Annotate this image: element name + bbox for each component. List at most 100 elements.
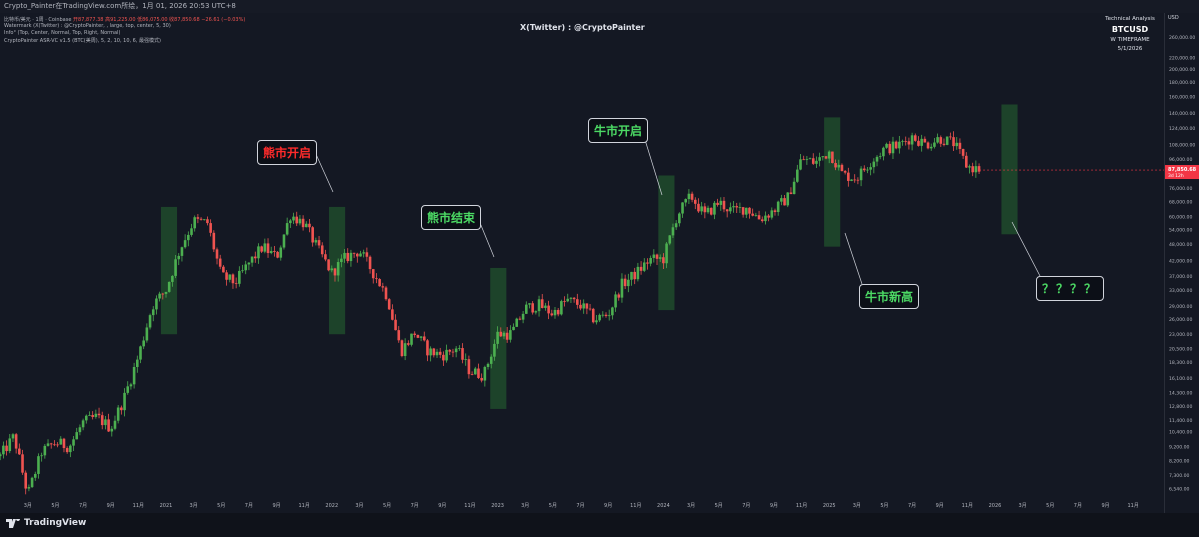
candle (611, 306, 614, 320)
candle (700, 201, 703, 215)
candle (767, 214, 770, 222)
candle-body (977, 166, 981, 172)
candle-body (257, 246, 260, 259)
candle (770, 207, 774, 220)
y-tick-label: 37,000.00 (1169, 274, 1192, 280)
candle (760, 216, 764, 223)
candle-body (729, 207, 732, 212)
x-tick-label: 5月 (715, 503, 723, 509)
candle (0, 452, 2, 461)
candle (346, 248, 350, 264)
candle (633, 267, 637, 285)
candle-body (792, 181, 796, 195)
candle (965, 152, 968, 169)
candle-body (875, 156, 879, 162)
candle-body (292, 216, 295, 221)
candle (97, 407, 101, 419)
candle-body (206, 219, 209, 224)
candle-body (458, 348, 461, 349)
candle (681, 202, 684, 218)
candle-body (343, 252, 346, 259)
candle (866, 167, 869, 174)
x-tick-label: 5月 (217, 503, 225, 509)
candle (729, 202, 732, 214)
x-tick-label: 11月 (133, 503, 144, 509)
candle (202, 219, 206, 221)
candle-body (120, 407, 123, 411)
candle-body (438, 351, 442, 355)
candle-body (282, 234, 286, 248)
y-tick-label: 18,300.00 (1169, 360, 1192, 366)
candle (458, 345, 461, 351)
candle-body (72, 439, 75, 446)
candle (623, 274, 627, 289)
candle-body (253, 256, 257, 259)
x-tick-label: 5月 (1046, 503, 1054, 509)
legend-line-4[interactable]: CryptoPainter ASR-VC v1.5 (BTC(美周), 5, 2… (4, 37, 161, 44)
candle (576, 293, 579, 309)
candle-body (30, 477, 34, 488)
chart-plot-area[interactable]: 3月 5月 7月 9月 11月 2021 3月 5月 7月 9月 11月 2022 3月 5月 7月 9月 11… (0, 13, 1164, 513)
y-tick-label: 20,500.00 (1169, 346, 1192, 352)
candle-body (435, 351, 439, 356)
candle (703, 203, 707, 219)
candle-body (378, 279, 381, 287)
candle-body (528, 303, 531, 305)
candle (228, 274, 232, 283)
legend-line-3[interactable]: Info° (Top, Center, Normal, Top, Right, … (4, 30, 120, 36)
candle-body (136, 359, 139, 367)
candle-body (604, 314, 608, 317)
candlestick-chart[interactable]: 3月 5月 7月 9月 11月 2021 3月 5月 7月 9月 11月 2022 3月 5月 7月 9月 11… (0, 13, 1164, 513)
candle-body (62, 438, 66, 449)
candle (94, 409, 98, 419)
candle-body (164, 291, 168, 294)
candle (544, 302, 547, 311)
tradingview-logo[interactable]: TradingView (6, 516, 86, 528)
candle-body (840, 164, 844, 172)
candle (88, 411, 91, 416)
candle-body (674, 223, 678, 228)
candle (206, 216, 209, 226)
candle-body (974, 166, 978, 173)
candle (320, 242, 324, 258)
candle (821, 156, 825, 161)
candle (397, 326, 401, 343)
candle (145, 323, 149, 343)
y-tick-label: 48,000.00 (1169, 242, 1192, 248)
candle (276, 250, 279, 259)
candle-body (802, 159, 805, 161)
candle (888, 141, 892, 156)
candle (113, 415, 117, 431)
candle-body (547, 305, 550, 314)
candle (378, 278, 381, 287)
x-tick-label: 11月 (796, 503, 807, 509)
candle (40, 452, 43, 462)
candle (569, 297, 573, 303)
candle (11, 433, 15, 443)
info-date: 5/1/2026 (1117, 46, 1143, 52)
candle (371, 268, 375, 284)
candle (84, 414, 88, 424)
price-scale[interactable]: 260,000.00 220,000.00 200,000.00 180,000.00… (1164, 13, 1199, 513)
candle (241, 264, 244, 273)
y-tick-label: 8,200.00 (1169, 459, 1190, 465)
candle-body (212, 232, 216, 250)
y-tick-label: 12,800.00 (1169, 404, 1192, 410)
candle (225, 269, 228, 286)
candle-body (336, 262, 340, 276)
candle (269, 246, 273, 255)
x-tick-label: 9月 (1101, 503, 1109, 509)
legend-line-2[interactable]: Watermark (X(Twitter) : @CryptoPainter, … (4, 23, 171, 29)
candle (177, 253, 181, 266)
y-tick-label: 14,300.00 (1169, 390, 1192, 396)
candle-body (199, 218, 203, 220)
candle-body (767, 215, 770, 218)
candle-body (585, 303, 589, 309)
candle (792, 177, 796, 195)
candle (477, 363, 480, 379)
candle (553, 306, 557, 319)
candle-body (196, 217, 200, 219)
candle-body (907, 141, 911, 145)
candle (413, 331, 416, 338)
candle (368, 255, 372, 274)
